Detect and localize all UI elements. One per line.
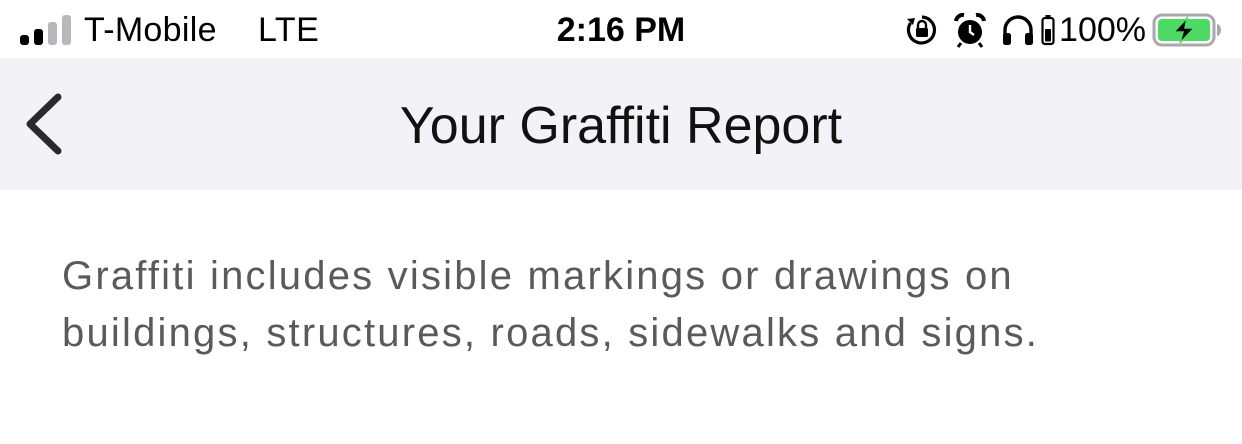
headphones-battery-icon	[1041, 15, 1055, 46]
orientation-lock-icon	[906, 15, 937, 45]
screen: T-Mobile LTE 2:16 PM 100% Your Graffiti …	[0, 0, 1242, 444]
navigation-bar: Your Graffiti Report	[0, 58, 1242, 190]
alarm-icon	[954, 12, 987, 48]
page-title: Your Graffiti Report	[399, 97, 843, 155]
battery-icon	[1152, 13, 1221, 47]
battery-percent: 100%	[1059, 11, 1146, 49]
status-bar: T-Mobile LTE 2:16 PM 100%	[0, 0, 1242, 58]
content-area: Graffiti includes visible markings or dr…	[62, 248, 1142, 362]
headphones-icon	[1003, 15, 1034, 45]
graffiti-description: Graffiti includes visible markings or dr…	[62, 254, 1040, 355]
status-icons: 100%	[905, 10, 1222, 50]
